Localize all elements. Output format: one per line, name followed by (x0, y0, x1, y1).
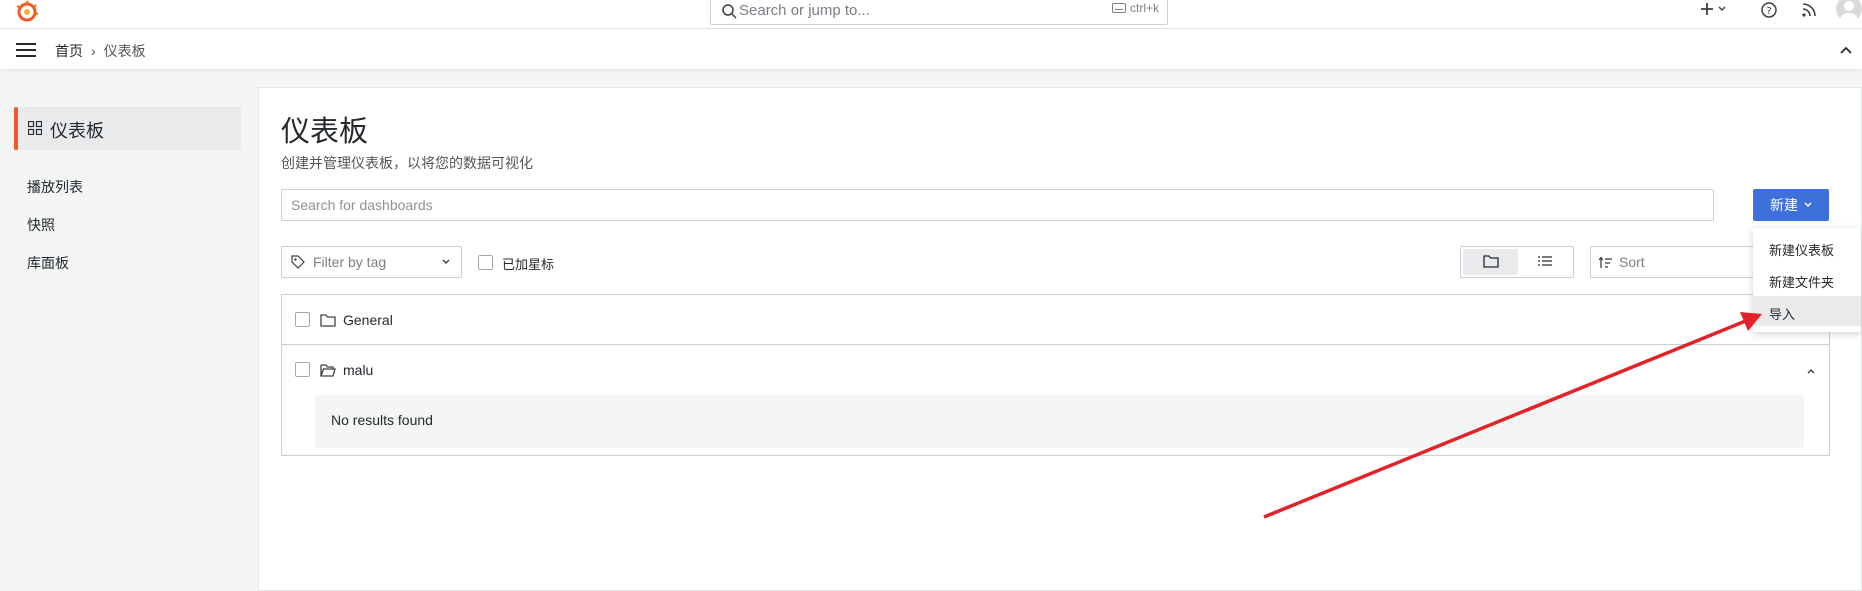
dashboard-search-placeholder: Search for dashboards (291, 197, 433, 213)
breadcrumb-home-link[interactable]: 首页 (55, 41, 83, 61)
breadcrumb-bar: 首页 › 仪表板 (0, 29, 1862, 70)
top-navbar: Search or jump to... ctrl+k ? (0, 0, 1862, 29)
menu-toggle-icon[interactable] (16, 42, 36, 58)
list-icon (1538, 256, 1552, 266)
svg-text:?: ? (1766, 6, 1771, 17)
chevron-down-icon (1804, 202, 1812, 207)
grafana-logo-icon[interactable] (14, 0, 40, 24)
folder-open-icon (320, 364, 336, 377)
starred-checkbox[interactable] (478, 255, 493, 270)
menu-item-label: 新建文件夹 (1769, 275, 1835, 290)
tag-filter-placeholder: Filter by tag (313, 254, 387, 270)
add-new-button[interactable] (1700, 0, 1734, 20)
tag-filter-select[interactable]: Filter by tag (281, 246, 462, 278)
new-menu: 新建仪表板 新建文件夹 导入 (1753, 228, 1861, 332)
new-button-label: 新建 (1770, 197, 1798, 213)
apps-grid-icon (28, 121, 42, 135)
page-title: 仪表板 (281, 116, 369, 148)
empty-state-text: No results found (331, 412, 433, 428)
section-sidebar: 仪表板 播放列表 快照 库面板 (0, 70, 256, 591)
menu-item-label: 导入 (1769, 307, 1796, 322)
sidebar-item-dashboards[interactable]: 仪表板 (14, 107, 241, 150)
menu-item-new-folder[interactable]: 新建文件夹 (1753, 264, 1861, 294)
news-feed-icon[interactable] (1800, 1, 1818, 19)
chevron-up-icon[interactable] (1838, 42, 1854, 58)
folder-name[interactable]: General (343, 312, 393, 328)
sidebar-item-snapshots[interactable]: 快照 (27, 215, 55, 235)
sort-amount-icon (1599, 256, 1612, 268)
view-toggle (1460, 246, 1574, 278)
sidebar-item-playlists[interactable]: 播放列表 (27, 177, 83, 197)
page-subtitle: 创建并管理仪表板，以将您的数据可视化 (281, 155, 533, 171)
sort-placeholder: Sort (1619, 254, 1645, 270)
folder-checkbox[interactable] (295, 362, 310, 377)
global-search-placeholder: Search or jump to... (739, 2, 870, 19)
folder-icon (320, 314, 336, 327)
user-avatar[interactable] (1836, 0, 1862, 22)
folder-name[interactable]: malu (343, 362, 373, 378)
chevron-down-icon (442, 259, 450, 264)
menu-item-new-dashboard[interactable]: 新建仪表板 (1753, 232, 1861, 262)
keyboard-icon (1111, 3, 1126, 13)
sort-select[interactable]: Sort (1590, 246, 1770, 278)
folder-checkbox[interactable] (295, 312, 310, 327)
sidebar-active-label: 仪表板 (50, 121, 104, 141)
breadcrumb-current: 仪表板 (103, 43, 146, 59)
new-button[interactable]: 新建 (1753, 189, 1829, 221)
starred-label[interactable]: 已加星标 (502, 254, 554, 273)
breadcrumb: 首页 › 仪表板 (55, 41, 146, 61)
list-view-button[interactable] (1519, 249, 1571, 275)
chevron-up-icon[interactable] (1805, 365, 1817, 377)
sidebar-item-library-panels[interactable]: 库面板 (27, 253, 69, 273)
global-search-input[interactable]: Search or jump to... ctrl+k (710, 0, 1168, 25)
tag-icon (291, 255, 305, 269)
folder-icon (1483, 255, 1499, 268)
help-icon[interactable]: ? (1760, 1, 1778, 19)
folder-row-malu: malu No results found (282, 345, 1829, 455)
dashboard-search-input[interactable]: Search for dashboards (281, 189, 1714, 221)
active-indicator (14, 107, 18, 150)
menu-item-import[interactable]: 导入 (1753, 296, 1861, 326)
menu-item-label: 新建仪表板 (1769, 243, 1835, 258)
search-icon (722, 4, 737, 19)
folder-view-button[interactable] (1463, 249, 1518, 275)
keyboard-shortcut-hint: ctrl+k (1111, 1, 1159, 15)
shortcut-label: ctrl+k (1129, 1, 1159, 15)
breadcrumb-separator: › (91, 43, 96, 59)
empty-state: No results found (315, 395, 1804, 448)
folder-row-general[interactable]: General (282, 295, 1829, 345)
folder-list: General malu No results found (281, 294, 1830, 456)
